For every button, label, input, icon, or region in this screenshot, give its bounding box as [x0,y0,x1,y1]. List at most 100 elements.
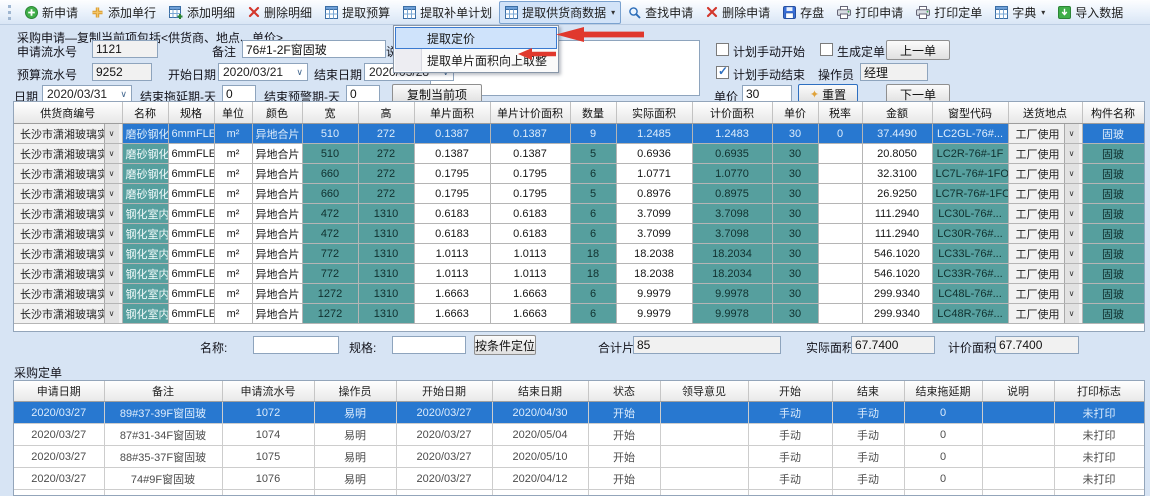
column-header-leader_opinion[interactable]: 领导意见 [660,381,748,402]
cell-width[interactable]: 660 [302,184,358,204]
table-row[interactable]: 长沙市潇湘玻璃实...∨钢化室内...6mmFLE...m²异地合片127213… [14,304,1144,324]
cell-end_delay[interactable]: 0 [904,490,982,496]
table-row[interactable]: 2020/03/2787#31-34F窗固玻1074易明2020/03/2720… [14,424,1144,446]
table-row[interactable]: 长沙市潇湘玻璃实...∨钢化室内...6mmFLE...m²异地合片772131… [14,244,1144,264]
column-header-amount[interactable]: 金额 [862,102,932,124]
cell-unit_price[interactable]: 30 [772,284,818,304]
chevron-down-icon[interactable]: ∨ [104,164,119,183]
cell-supplier_no[interactable]: 长沙市潇湘玻璃实...∨ [14,164,122,184]
column-header-operator[interactable]: 操作员 [314,381,396,402]
cell-window_code[interactable]: LC7R-76#-1FO [932,184,1008,204]
column-header-height[interactable]: 高 [358,102,414,124]
column-header-qty[interactable]: 数量 [570,102,616,124]
cell-actual_area[interactable]: 9.9979 [616,284,692,304]
cell-color[interactable]: 异地合片 [252,284,302,304]
gen-order-checkbox[interactable] [820,43,833,56]
column-header-end[interactable]: 结束 [832,381,904,402]
cell-apply_no[interactable]: 1074 [222,424,314,446]
column-header-color[interactable]: 颜色 [252,102,302,124]
cell-piece_priced_area[interactable]: 0.1387 [490,124,570,144]
cell-start_date[interactable]: 2020/03/27 [396,402,492,424]
cell-status[interactable]: 开始 [588,424,660,446]
cell-note[interactable] [982,446,1054,468]
cell-unit_price[interactable]: 30 [772,144,818,164]
cell-delivery_place[interactable]: 工厂使用∨ [1008,304,1082,324]
cell-part_name[interactable]: 固玻 [1082,284,1144,304]
print-application-button[interactable]: 打印申请 [831,1,909,24]
cell-leader_opinion[interactable] [660,424,748,446]
cell-piece_area[interactable]: 0.1387 [414,144,490,164]
cell-spec[interactable]: 6mmFLE... [168,144,214,164]
cell-part_name[interactable]: 固玻 [1082,144,1144,164]
cell-window_code[interactable]: LC48L-76#... [932,284,1008,304]
chevron-down-icon[interactable]: ∨ [104,124,119,143]
cell-part_name[interactable]: 固玻 [1082,264,1144,284]
cell-piece_area[interactable]: 0.1387 [414,124,490,144]
cell-print_flag[interactable]: 未打印 [1054,446,1144,468]
cell-remark[interactable]: 88#35-37F窗固玻 [104,446,222,468]
cell-part_name[interactable]: 固玻 [1082,304,1144,324]
column-header-piece_priced_area[interactable]: 单片计价面积 [490,102,570,124]
apply-no-field[interactable] [92,40,158,58]
chevron-down-icon[interactable]: ∨ [104,284,119,303]
cell-end[interactable]: 手动 [832,402,904,424]
cell-apply_date[interactable]: 2020/03/27 [14,424,104,446]
cell-end_date[interactable]: 2020/04/30 [492,402,588,424]
cell-end_delay[interactable]: 0 [904,402,982,424]
cell-apply_date[interactable]: 2020/03/27 [14,468,104,490]
cell-spec[interactable]: 6mmFLE... [168,164,214,184]
column-header-apply_date[interactable]: 申请日期 [14,381,104,402]
cell-amount[interactable]: 32.3100 [862,164,932,184]
cell-height[interactable]: 272 [358,184,414,204]
column-header-width[interactable]: 宽 [302,102,358,124]
find-application-button[interactable]: 查找申请 [622,1,699,24]
locate-by-condition-button[interactable]: 按条件定位 [474,335,536,355]
cell-unit[interactable]: m² [214,264,252,284]
table-row[interactable]: 2020/03/2488#23-27F门页玻1035易明2020/03/2520… [14,490,1144,496]
cell-end_delay[interactable]: 0 [904,468,982,490]
cell-end_delay[interactable]: 0 [904,424,982,446]
column-header-note[interactable]: 说明 [982,381,1054,402]
cell-print_flag[interactable]: 未打印 [1054,402,1144,424]
cell-color[interactable]: 异地合片 [252,304,302,324]
cell-operator[interactable]: 易明 [314,446,396,468]
cell-status[interactable]: 开始 [588,402,660,424]
column-header-delivery_place[interactable]: 送货地点 [1008,102,1082,124]
column-header-unit_price[interactable]: 单价 [772,102,818,124]
cell-window_code[interactable]: LC33R-76#... [932,264,1008,284]
cell-tax_rate[interactable]: 0 [818,124,862,144]
cell-amount[interactable]: 546.1020 [862,244,932,264]
cell-unit[interactable]: m² [214,244,252,264]
cell-height[interactable]: 1310 [358,204,414,224]
cell-height[interactable]: 272 [358,124,414,144]
chevron-down-icon[interactable]: ∨ [104,264,119,283]
cell-amount[interactable]: 299.9340 [862,284,932,304]
cell-qty[interactable]: 5 [570,144,616,164]
extract-budget-button[interactable]: 提取预算 [319,1,396,24]
table-row[interactable]: 长沙市潇湘玻璃实...∨磨砂钢化...6mmFLE...m²异地合片660272… [14,184,1144,204]
cell-start_date[interactable]: 2020/03/27 [396,424,492,446]
chevron-down-icon[interactable]: ∨ [1064,304,1079,323]
cell-delivery_place[interactable]: 工厂使用∨ [1008,144,1082,164]
cell-note[interactable] [982,468,1054,490]
cell-name[interactable]: 钢化室内... [122,224,168,244]
cell-piece_priced_area[interactable]: 1.6663 [490,304,570,324]
cell-supplier_no[interactable]: 长沙市潇湘玻璃实...∨ [14,184,122,204]
cell-piece_priced_area[interactable]: 0.6183 [490,204,570,224]
cell-color[interactable]: 异地合片 [252,184,302,204]
cell-unit[interactable]: m² [214,164,252,184]
chevron-down-icon[interactable]: ∨ [1064,144,1079,163]
chevron-down-icon[interactable]: ∨ [1064,164,1079,183]
chevron-down-icon[interactable]: ∨ [1064,284,1079,303]
cell-name[interactable]: 磨砂钢化... [122,164,168,184]
menu-item[interactable]: 提取定价 [395,27,557,49]
cell-unit[interactable]: m² [214,184,252,204]
cell-start_date[interactable]: 2020/03/27 [396,446,492,468]
cell-apply_no[interactable]: 1075 [222,446,314,468]
cell-height[interactable]: 1310 [358,224,414,244]
cell-delivery_place[interactable]: 工厂使用∨ [1008,264,1082,284]
cell-width[interactable]: 510 [302,144,358,164]
cell-part_name[interactable]: 固玻 [1082,224,1144,244]
cell-width[interactable]: 660 [302,164,358,184]
cell-piece_priced_area[interactable]: 0.1795 [490,164,570,184]
